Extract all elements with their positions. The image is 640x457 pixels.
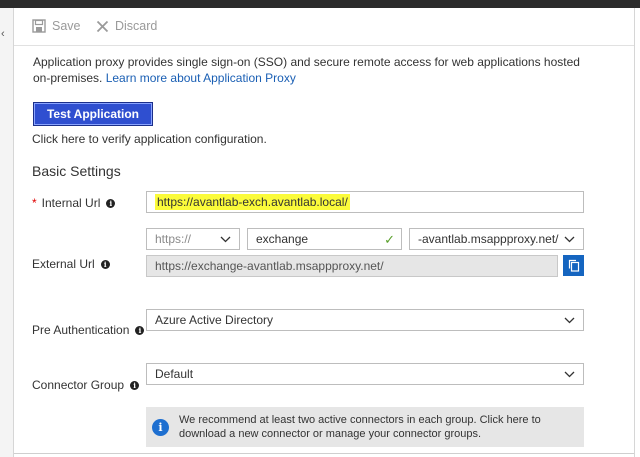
connector-recommendation-banner[interactable]: i We recommend at least two active conne… [146, 407, 584, 447]
subdomain-value: exchange [256, 232, 309, 246]
connector-group-label: Connector Group i [32, 378, 140, 392]
external-url-scheme-select[interactable]: https:// [146, 228, 240, 250]
scheme-value: https:// [155, 232, 192, 246]
intro-description: Application proxy provides single sign-o… [33, 54, 593, 86]
internal-url-value: https://avantlab-exch.avantlab.local/ [155, 194, 350, 210]
external-url-full-field: https://exchange-avantlab.msappproxy.net… [146, 255, 558, 277]
pre-authentication-value: Azure Active Directory [155, 313, 274, 327]
discard-button[interactable]: Discard [96, 19, 157, 33]
portal-top-bar [0, 0, 640, 8]
external-url-label: External Url i [32, 257, 110, 271]
internal-url-label: * Internal Url i [32, 196, 116, 210]
external-url-label-text: External Url [32, 257, 95, 271]
blade-collapse-strip[interactable]: ‹ [0, 8, 14, 457]
internal-url-input[interactable]: https://avantlab-exch.avantlab.local/ [146, 191, 584, 213]
test-hint: Click here to verify application configu… [32, 132, 267, 146]
chevron-down-icon [564, 317, 575, 324]
section-title-basic-settings: Basic Settings [32, 163, 121, 179]
save-icon [32, 19, 46, 33]
discard-label: Discard [115, 19, 158, 33]
chevron-down-icon [564, 371, 575, 378]
copy-icon [568, 259, 579, 272]
internal-url-label-text: Internal Url [41, 196, 101, 210]
learn-more-link[interactable]: Learn more about Application Proxy [106, 71, 296, 85]
chevron-down-icon [220, 236, 231, 243]
close-icon [96, 20, 109, 32]
test-application-button[interactable]: Test Application [33, 102, 153, 126]
command-bar: Save Discard [14, 8, 634, 46]
connector-group-label-text: Connector Group [32, 378, 125, 392]
info-icon[interactable]: i [135, 325, 145, 335]
connector-group-value: Default [155, 367, 194, 381]
external-url-subdomain-input[interactable]: exchange ✓ [247, 228, 402, 250]
info-icon: i [152, 418, 169, 436]
scrollbar-track[interactable] [634, 8, 640, 457]
divider [14, 453, 634, 454]
required-marker: * [32, 196, 37, 210]
pre-authentication-label: Pre Authentication i [32, 323, 145, 337]
copy-button[interactable] [563, 255, 584, 276]
info-icon[interactable]: i [100, 259, 110, 269]
check-icon: ✓ [384, 232, 395, 247]
chevron-down-icon [564, 236, 575, 243]
collapse-icon[interactable]: ‹ [1, 28, 5, 40]
domain-value: -avantlab.msappproxy.net/ [418, 232, 559, 246]
external-url-full-value: https://exchange-avantlab.msappproxy.net… [155, 259, 384, 273]
info-icon[interactable]: i [130, 380, 140, 390]
connector-recommendation-text: We recommend at least two active connect… [179, 414, 541, 440]
connector-group-select[interactable]: Default [146, 363, 584, 385]
save-label: Save [52, 19, 81, 33]
pre-authentication-label-text: Pre Authentication [32, 323, 130, 337]
pre-authentication-select[interactable]: Azure Active Directory [146, 309, 584, 331]
external-url-domain-select[interactable]: -avantlab.msappproxy.net/ [409, 228, 584, 250]
info-icon[interactable]: i [106, 198, 116, 208]
save-button[interactable]: Save [32, 19, 81, 33]
